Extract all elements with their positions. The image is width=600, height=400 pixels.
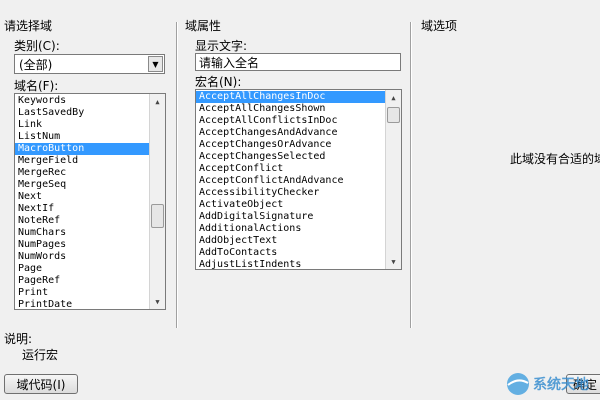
field-name-item[interactable]: MergeRec	[15, 167, 165, 179]
field-codes-button[interactable]: 域代码(I)	[4, 374, 78, 394]
field-codes-label: 域代码(I)	[16, 377, 66, 392]
description-label: 说明:	[4, 332, 33, 346]
field-name-item[interactable]: NumChars	[15, 227, 165, 239]
macro-name-scrollbar[interactable]: ▲ ▼	[385, 90, 401, 269]
field-name-item[interactable]: NumWords	[15, 251, 165, 263]
field-name-item[interactable]: MergeSeq	[15, 179, 165, 191]
category-value: (全部)	[19, 57, 53, 72]
field-name-item[interactable]: NumPages	[15, 239, 165, 251]
macro-name-item[interactable]: AddToContacts	[196, 247, 401, 259]
field-name-label: 域名(F):	[14, 79, 59, 93]
macro-name-item[interactable]: AdjustListIndents	[196, 259, 401, 269]
macro-name-item[interactable]: AcceptConflict	[196, 163, 401, 175]
macro-name-item[interactable]: AcceptAllConflictsInDoc	[196, 115, 401, 127]
field-name-item[interactable]: PrintDate	[15, 299, 165, 309]
macro-name-item[interactable]: AcceptConflictAndAdvance	[196, 175, 401, 187]
field-name-scroll-thumb[interactable]	[151, 204, 164, 228]
field-name-scrollbar[interactable]: ▲ ▼	[149, 94, 165, 309]
field-name-item[interactable]: LastSavedBy	[15, 107, 165, 119]
chevron-down-icon[interactable]: ▼	[148, 56, 163, 72]
category-label: 类别(C):	[14, 39, 60, 53]
macro-name-item[interactable]: AcceptChangesOrAdvance	[196, 139, 401, 151]
macro-name-scroll-thumb[interactable]	[387, 107, 400, 123]
category-combobox[interactable]: (全部) ▼	[14, 54, 165, 74]
display-text-input[interactable]: 请输入全名	[195, 53, 401, 71]
field-options-title: 域选项	[421, 19, 458, 33]
select-field-title: 请选择域	[4, 19, 53, 33]
macro-name-item[interactable]: AdditionalActions	[196, 223, 401, 235]
field-properties-title: 域属性	[185, 19, 222, 33]
field-name-item[interactable]: Next	[15, 191, 165, 203]
macro-name-item[interactable]: AcceptAllChangesInDoc	[196, 91, 401, 103]
display-text-value: 请输入全名	[199, 55, 260, 70]
arrow-up-icon[interactable]: ▲	[386, 90, 401, 105]
watermark-logo: 系统天地	[505, 368, 600, 400]
arrow-down-icon[interactable]: ▼	[386, 254, 401, 269]
field-options-message: 此域没有合适的域	[510, 152, 600, 166]
field-name-item[interactable]: Link	[15, 119, 165, 131]
arrow-down-icon[interactable]: ▼	[150, 294, 165, 309]
macro-name-item[interactable]: AddObjectText	[196, 235, 401, 247]
macro-name-item[interactable]: ActivateObject	[196, 199, 401, 211]
macro-name-item[interactable]: AcceptChangesAndAdvance	[196, 127, 401, 139]
watermark-text: 系统天地	[533, 377, 589, 393]
macro-name-item[interactable]: AddDigitalSignature	[196, 211, 401, 223]
macro-name-list: AcceptAllChangesInDoc AcceptAllChangesSho…	[196, 90, 401, 269]
macro-name-item[interactable]: AccessibilityChecker	[196, 187, 401, 199]
field-name-list: Keywords LastSavedBy Link ListNum MacroButto…	[15, 94, 165, 309]
macro-name-listbox[interactable]: AcceptAllChangesInDoc AcceptAllChangesSho…	[195, 89, 402, 270]
macro-name-item[interactable]: AcceptAllChangesShown	[196, 103, 401, 115]
field-name-item[interactable]: NextIf	[15, 203, 165, 215]
field-name-item[interactable]: NoteRef	[15, 215, 165, 227]
field-name-item[interactable]: Page	[15, 263, 165, 275]
display-text-label: 显示文字:	[195, 39, 248, 53]
macro-name-label: 宏名(N):	[195, 75, 242, 89]
field-name-item[interactable]: PageRef	[15, 275, 165, 287]
field-name-item[interactable]: MergeField	[15, 155, 165, 167]
field-name-item[interactable]: MacroButton	[15, 143, 165, 155]
field-name-listbox[interactable]: Keywords LastSavedBy Link ListNum MacroButto…	[14, 93, 166, 310]
divider-left	[176, 22, 178, 328]
description-text: 运行宏	[22, 348, 59, 362]
arrow-up-icon[interactable]: ▲	[150, 94, 165, 109]
field-name-item[interactable]: Keywords	[15, 95, 165, 107]
field-name-item[interactable]: ListNum	[15, 131, 165, 143]
divider-right	[410, 22, 412, 328]
watermark-globe-icon	[507, 373, 529, 395]
macro-name-item[interactable]: AcceptChangesSelected	[196, 151, 401, 163]
field-name-item[interactable]: Print	[15, 287, 165, 299]
